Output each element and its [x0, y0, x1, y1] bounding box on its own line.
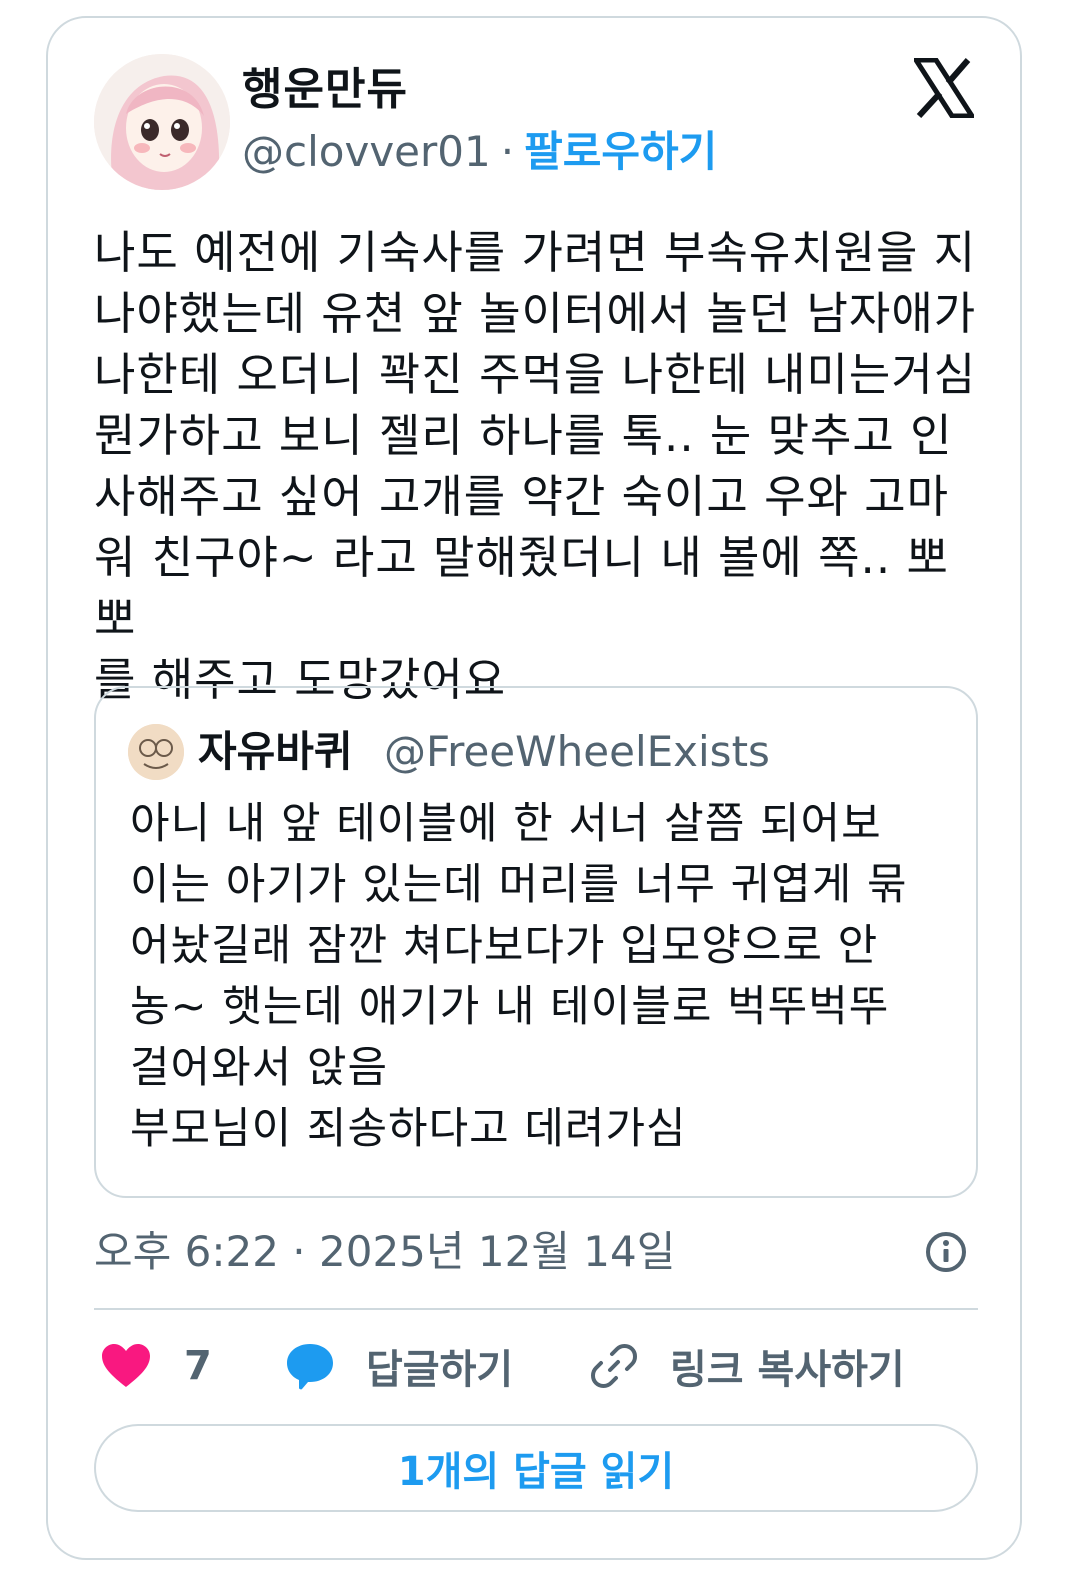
separator-dot: · — [500, 127, 515, 176]
read-replies-button[interactable]: 1개의 답글 읽기 — [94, 1424, 978, 1512]
reply-button[interactable]: 답글하기 — [284, 1336, 513, 1396]
x-logo-icon[interactable] — [911, 57, 977, 119]
quoted-author-avatar — [128, 724, 184, 780]
info-icon[interactable] — [924, 1230, 968, 1274]
quoted-tweet-text: 아니 내 앞 테이블에 한 서너 살쯤 되어보 이는 아기가 있는데 머리를 너… — [130, 799, 908, 1154]
tweet-timestamp[interactable]: 오후 6:22 · 2025년 12월 14일 — [94, 1224, 675, 1280]
author-handle[interactable]: @clovver01 — [242, 127, 491, 176]
divider — [94, 1308, 978, 1310]
reply-label: 답글하기 — [366, 1347, 514, 1393]
author-handle-line: @clovver01 · 팔로우하기 — [242, 124, 717, 180]
link-icon — [591, 1344, 637, 1388]
quoted-author-handle: @FreeWheelExists — [384, 727, 770, 776]
copy-link-button[interactable]: 링크 복사하기 — [588, 1336, 905, 1396]
quoted-author-name: 자유바퀴 — [198, 727, 353, 776]
tweet-text: 나도 예전에 기숙사를 가려면 부속유치원을 지 나야했는데 유쳔 앞 놀이터에… — [94, 226, 977, 706]
tweet-embed-card: 행운만듀 @clovver01 · 팔로우하기 나도 예전에 기숙사를 가려면 부속… — [46, 16, 1022, 1560]
speech-bubble-icon — [287, 1344, 333, 1390]
author-avatar[interactable] — [94, 54, 230, 190]
like-count: 7 — [184, 1343, 212, 1389]
author-display-name[interactable]: 행운만듀 — [242, 62, 408, 118]
quoted-tweet[interactable]: 자유바퀴 @FreeWheelExists 아니 내 앞 테이블에 한 서너 살… — [94, 686, 978, 1198]
heart-icon — [102, 1344, 150, 1387]
like-button[interactable]: 7 — [100, 1336, 212, 1396]
follow-button[interactable]: 팔로우하기 — [524, 127, 717, 176]
copy-link-label: 링크 복사하기 — [670, 1347, 905, 1393]
